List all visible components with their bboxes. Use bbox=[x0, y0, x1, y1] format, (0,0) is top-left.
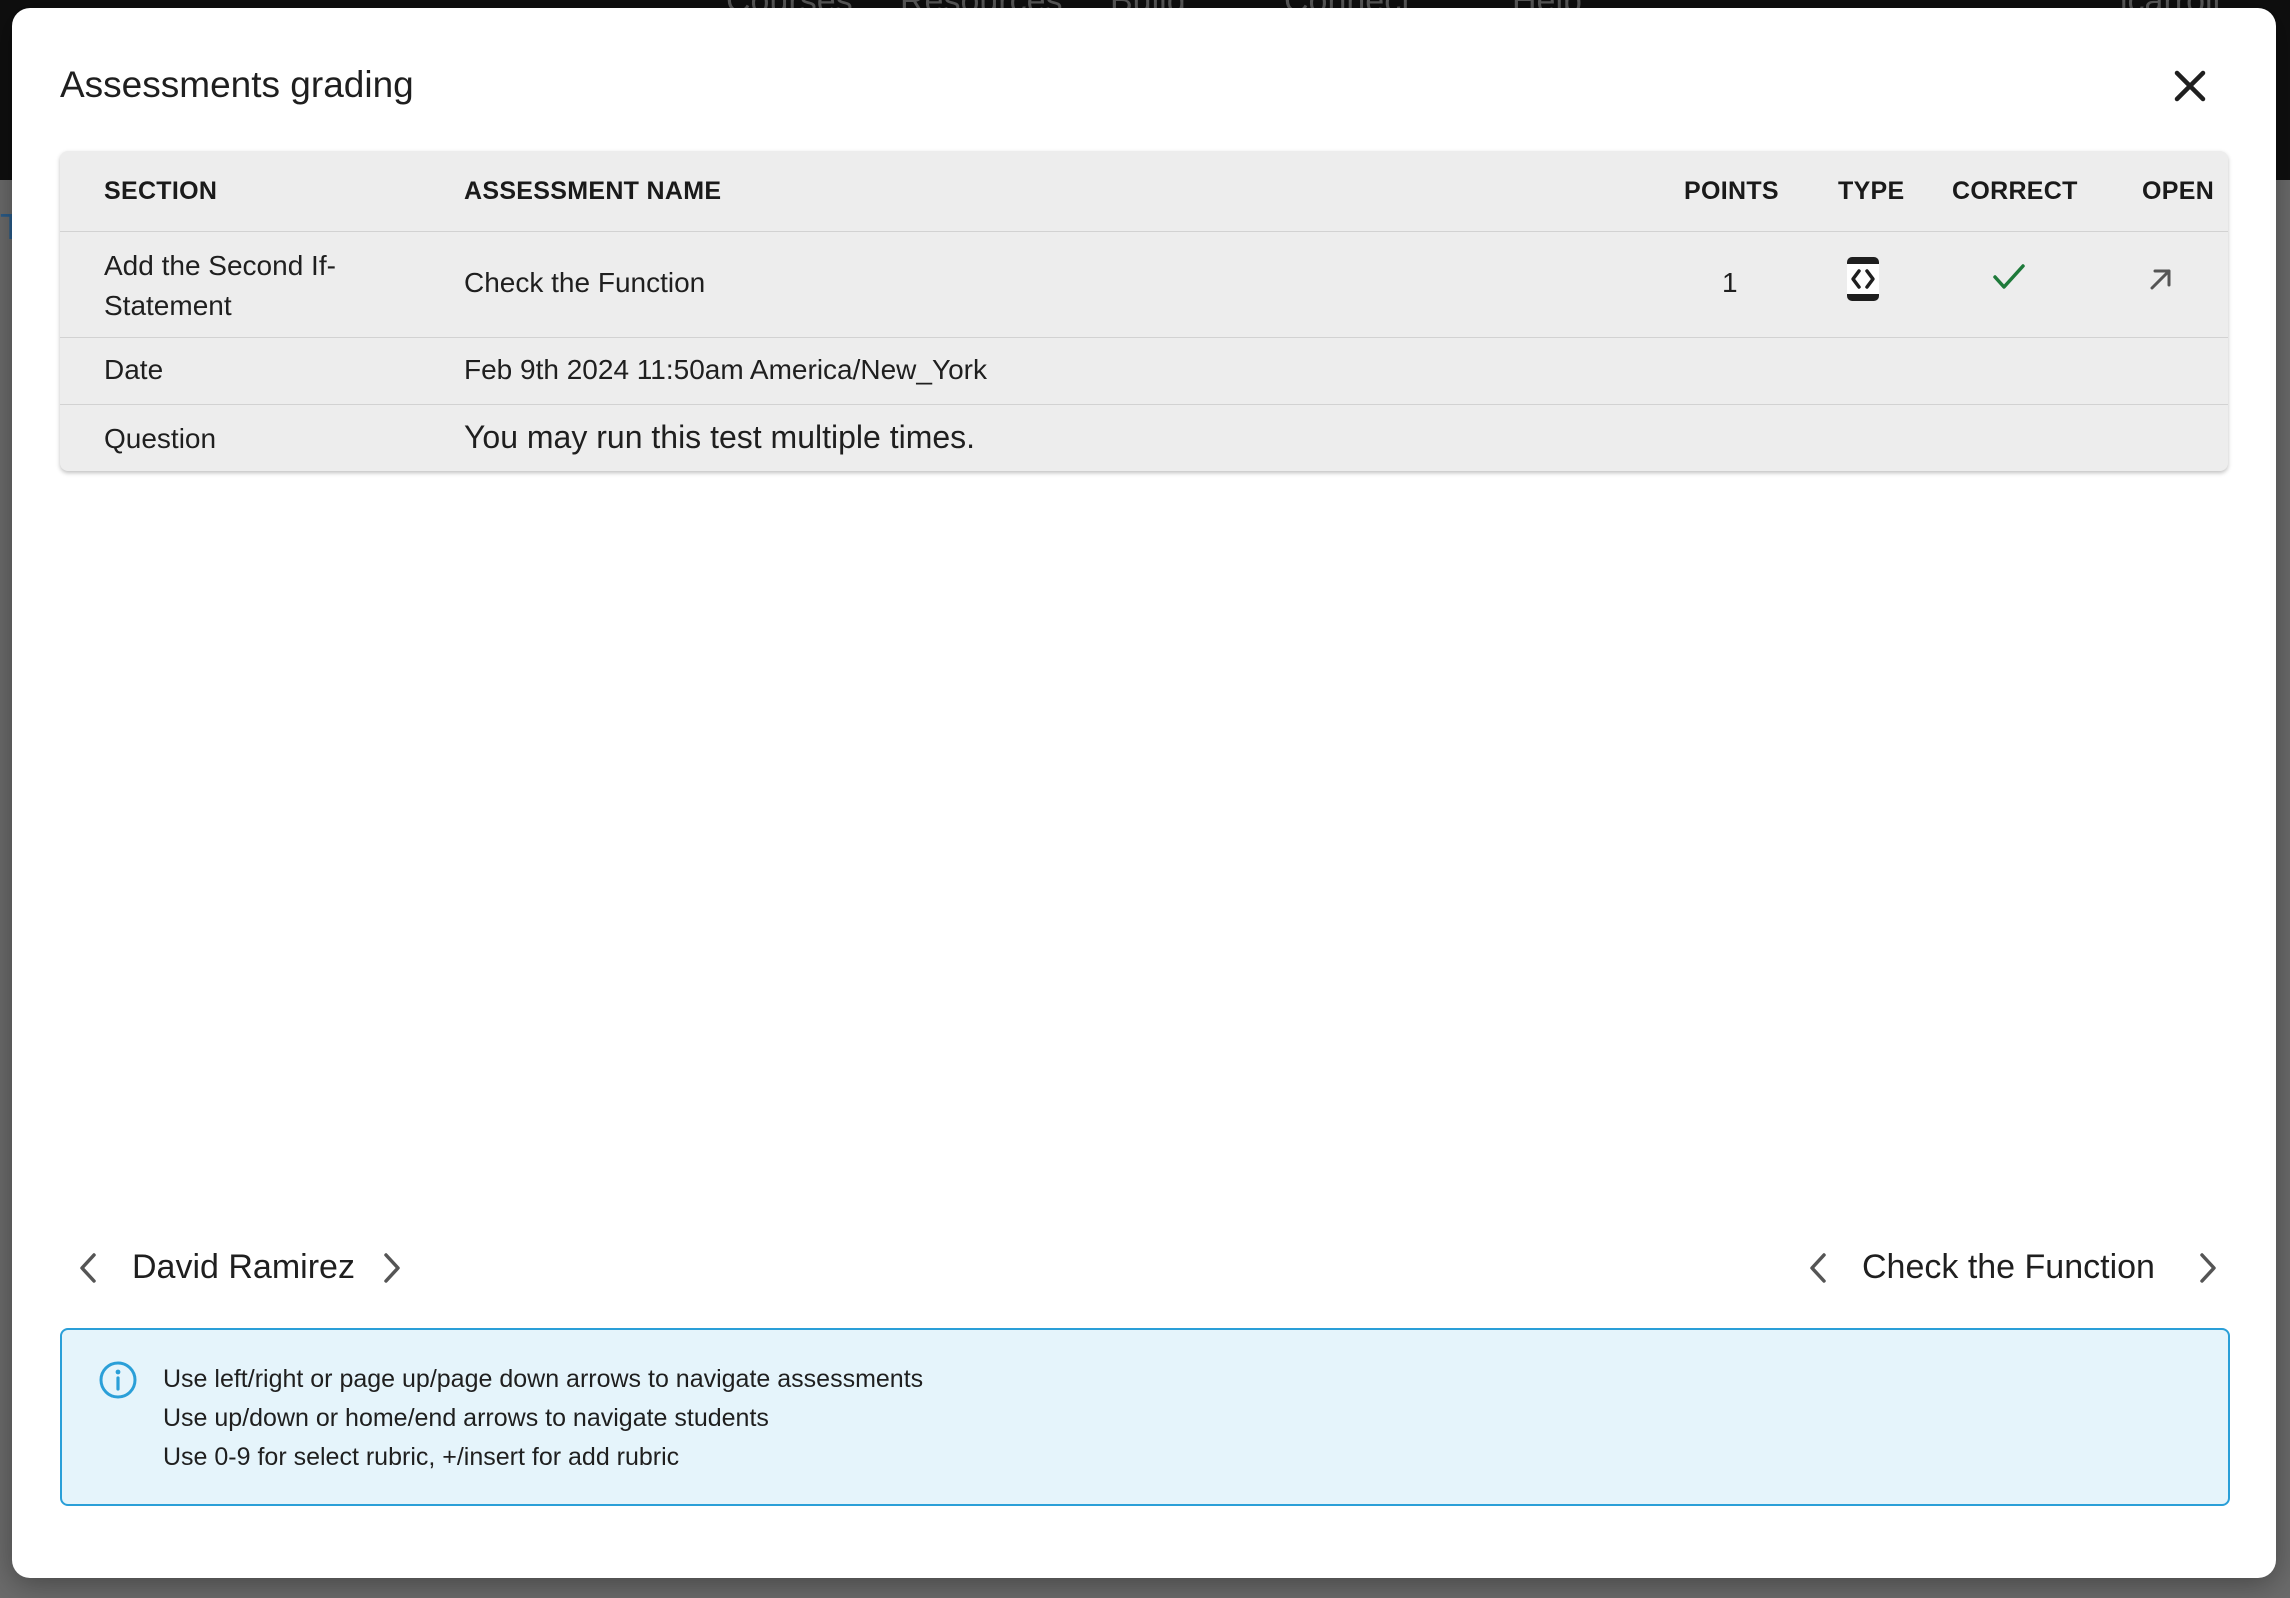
code-test-icon bbox=[1846, 256, 1880, 309]
chevron-right-icon bbox=[384, 1253, 400, 1283]
question-row: Question You may run this test multiple … bbox=[60, 405, 2228, 471]
keyboard-help-info: Use left/right or page up/page down arro… bbox=[60, 1328, 2230, 1506]
assessment-name-cell: Check the Function bbox=[464, 267, 706, 298]
info-line-assessments: Use left/right or page up/page down arro… bbox=[163, 1365, 924, 1393]
chevron-right-icon bbox=[2200, 1253, 2216, 1283]
chevron-left-icon bbox=[1810, 1253, 1826, 1283]
date-row: Date Feb 9th 2024 11:50am America/New_Yo… bbox=[60, 338, 2228, 405]
header-points: POINTS bbox=[1684, 177, 1779, 205]
grading-table: SECTION ASSESSMENT NAME POINTS TYPE CORR… bbox=[60, 151, 2228, 471]
section-line-2: Statement bbox=[104, 290, 232, 321]
close-icon bbox=[2174, 70, 2206, 102]
points-cell: 1 bbox=[1722, 267, 1738, 298]
next-assessment-button[interactable] bbox=[2186, 1246, 2230, 1290]
header-assessment-name: ASSESSMENT NAME bbox=[464, 177, 722, 205]
info-line-rubric: Use 0-9 for select rubric, +/insert for … bbox=[163, 1443, 680, 1471]
date-value: Feb 9th 2024 11:50am America/New_York bbox=[464, 354, 987, 385]
info-icon bbox=[99, 1361, 137, 1399]
header-open: OPEN bbox=[2142, 177, 2215, 205]
modal-title: Assessments grading bbox=[60, 64, 414, 105]
student-name: David Ramirez bbox=[132, 1248, 355, 1286]
assessment-nav-name: Check the Function bbox=[1862, 1248, 2155, 1286]
next-student-button[interactable] bbox=[370, 1246, 414, 1290]
chevron-left-icon bbox=[80, 1253, 96, 1283]
table-header-row: SECTION ASSESSMENT NAME POINTS TYPE CORR… bbox=[60, 151, 2228, 232]
assessments-grading-modal: Assessments grading SECTION ASSESSMENT N… bbox=[12, 8, 2276, 1578]
section-cell: Add the Second If- Statement bbox=[104, 246, 336, 326]
date-label: Date bbox=[104, 354, 164, 385]
header-correct: CORRECT bbox=[1952, 177, 2078, 205]
previous-student-button[interactable] bbox=[66, 1246, 110, 1290]
info-line-students: Use up/down or home/end arrows to naviga… bbox=[163, 1404, 769, 1432]
header-section: SECTION bbox=[104, 177, 218, 205]
question-label: Question bbox=[104, 423, 217, 454]
open-external-arrow-icon[interactable] bbox=[2146, 264, 2176, 301]
question-text: You may run this test multiple times. bbox=[464, 419, 976, 455]
section-line-1: Add the Second If- bbox=[104, 250, 336, 281]
table-row[interactable]: Add the Second If- Statement Check the F… bbox=[60, 232, 2228, 338]
header-type: TYPE bbox=[1838, 177, 1905, 205]
close-button[interactable] bbox=[2162, 58, 2218, 114]
previous-assessment-button[interactable] bbox=[1796, 1246, 1840, 1290]
checkmark-icon bbox=[1992, 262, 2026, 299]
